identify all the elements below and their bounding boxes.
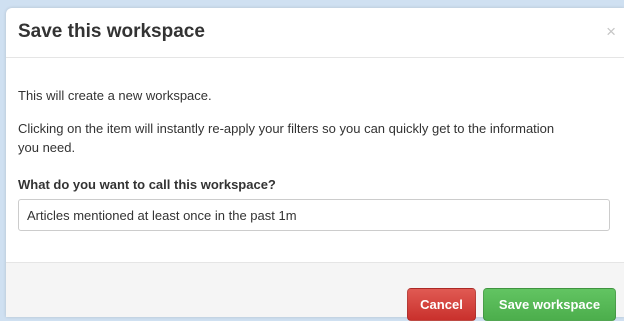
save-workspace-button[interactable]: Save workspace (483, 288, 616, 321)
intro-text: This will create a new workspace. (18, 88, 212, 103)
modal-title: Save this workspace (18, 21, 205, 42)
cancel-button[interactable]: Cancel (407, 288, 476, 321)
description-text: Clicking on the item will instantly re-a… (18, 121, 555, 155)
workspace-name-input[interactable] (18, 199, 610, 231)
modal-body: This will create a new workspace. Clicki… (6, 59, 624, 262)
save-workspace-modal: Save this workspace × This will create a… (6, 8, 624, 321)
modal-header: Save this workspace × (6, 8, 624, 58)
modal-footer: Cancel Save workspace (6, 262, 624, 321)
close-icon[interactable]: × (606, 22, 616, 42)
workspace-name-label: What do you want to call this workspace? (18, 177, 276, 192)
